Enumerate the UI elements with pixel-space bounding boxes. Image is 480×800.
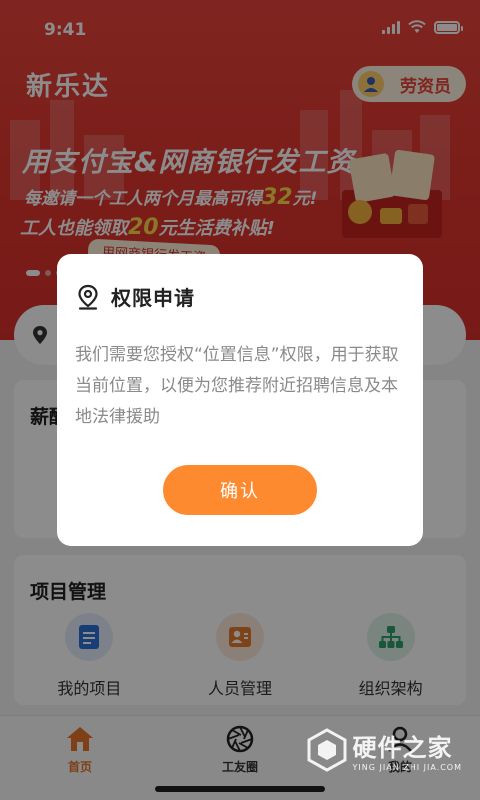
home-indicator bbox=[155, 786, 325, 792]
dialog-title: 权限申请 bbox=[111, 286, 195, 310]
watermark-subtext: YING JIAN ZHI JIA.COM bbox=[352, 763, 462, 772]
watermark-logo-icon bbox=[307, 728, 347, 772]
confirm-button[interactable]: 确认 bbox=[163, 465, 317, 515]
watermark: 硬件之家 YING JIAN ZHI JIA.COM bbox=[307, 728, 462, 772]
dialog-message: 我们需要您授权“位置信息”权限，用于获取当前位置，以便为您推荐附近招聘信息及本地… bbox=[75, 345, 399, 427]
permission-dialog: 权限申请 我们需要您授权“位置信息”权限，用于获取当前位置，以便为您推荐附近招聘… bbox=[57, 254, 423, 546]
watermark-text: 硬件之家 bbox=[352, 734, 453, 762]
location-pin-icon bbox=[78, 284, 98, 310]
